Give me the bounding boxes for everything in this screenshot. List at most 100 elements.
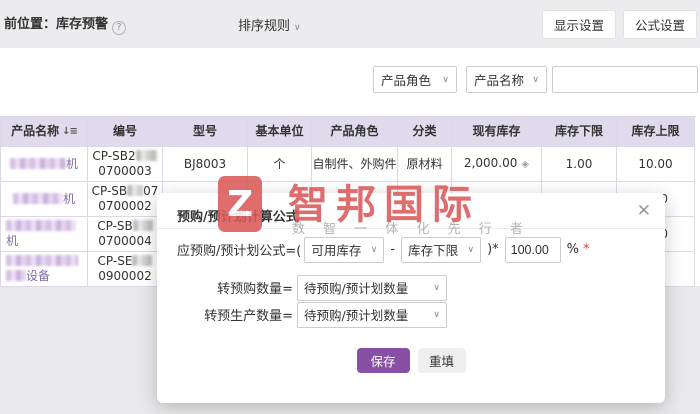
code-prefix: CP-SB2 [92, 149, 136, 163]
dialog-actions: 保存 重填 [157, 348, 665, 373]
redacted-text [127, 185, 144, 196]
chevron-down-icon: ∨ [433, 309, 440, 320]
column-header-label: 库存上限 [631, 124, 680, 138]
chevron-down-icon: ∨ [442, 74, 449, 85]
redacted-text [132, 255, 153, 266]
redacted-text [6, 255, 78, 266]
code-line2: 0700002 [98, 199, 152, 213]
percent-input[interactable] [504, 236, 561, 263]
column-header-label: 分类 [412, 124, 437, 138]
column-header-category[interactable]: 分类 [398, 117, 452, 147]
breadcrumb: 前位置：库存预警? [4, 13, 127, 35]
column-header-upper-limit[interactable]: 库存上限 [617, 117, 695, 147]
code-prefix: CP-SB [91, 184, 128, 198]
to-preproduction-label: 转预生产数量= [204, 309, 293, 324]
dialog-divider [157, 228, 665, 229]
product-role-select[interactable]: 产品角色 ∨ [373, 66, 457, 93]
dialog-title: 预购/预计划计算公式 [177, 210, 299, 225]
column-header-stock[interactable]: 现有库存 [452, 117, 542, 147]
reset-button[interactable]: 重填 [417, 348, 466, 373]
product-name-suffix: 机 [6, 234, 19, 248]
code-line2: 0700004 [98, 234, 152, 248]
code-tail: 07 [143, 184, 159, 198]
table-row: 机 CP-SB2 0700003 BJ8003 个 自制件、外购件 原材料 2,… [0, 147, 696, 182]
product-name-link[interactable]: 设备 [0, 252, 88, 287]
column-header-label: 现有库存 [472, 124, 521, 138]
topbar-actions: 显示设置 公式设置 [541, 10, 697, 39]
code-line2: 0700003 [98, 164, 152, 178]
subtrahend-value: 库存下限 [408, 243, 459, 258]
chevron-down-icon: ∨ [370, 244, 378, 255]
location-value: 库存预警 [56, 17, 109, 32]
help-icon[interactable]: ? [112, 21, 127, 35]
model-cell: BJ8003 [163, 147, 248, 182]
column-header-role[interactable]: 产品角色 [312, 117, 398, 147]
minuend-value: 可用库存 [311, 243, 362, 258]
redacted-text [135, 150, 158, 161]
close-icon[interactable]: ✕ [637, 201, 651, 221]
formula-dialog: 预购/预计划计算公式 ✕ 应预购/预计划公式=( 可用库存 ∨ - 库存下限 ∨… [157, 193, 665, 403]
column-header-label: 编号 [112, 124, 137, 138]
sort-rule-label: 排序规则 [238, 19, 291, 34]
sort-rule-dropdown[interactable]: 排序规则 ∨ [238, 15, 301, 34]
column-header-label: 产品角色 [330, 124, 379, 138]
product-code-cell: CP-SB 07 0700002 [88, 182, 163, 217]
percent-sign: % [566, 242, 579, 257]
to-prepurchase-value: 待预购/预计划数量 [304, 281, 409, 296]
required-asterisk: * [583, 242, 590, 257]
column-header-label: 库存下限 [554, 124, 603, 138]
minuend-select[interactable]: 可用库存 ∨ [304, 236, 385, 263]
formula-row: 应预购/预计划公式=( 可用库存 ∨ - 库存下限 ∨ )* % * [177, 236, 590, 263]
diamond-icon[interactable]: ◈ [521, 159, 529, 170]
chevron-down-icon: ∨ [532, 74, 539, 85]
to-preproduction-row: 转预生产数量= 待预购/预计划数量 ∨ [177, 301, 447, 328]
column-header-label: 产品名称 [11, 124, 60, 138]
formula-settings-button[interactable]: 公式设置 [622, 10, 697, 39]
search-field-select-value: 产品名称 [474, 73, 525, 88]
column-header-unit[interactable]: 基本单位 [248, 117, 312, 147]
formula-label: 应预购/预计划公式=( [177, 244, 302, 259]
product-name-link[interactable]: 机 [0, 182, 88, 217]
product-name-link[interactable]: 机 [0, 147, 88, 182]
stock-cell: 2,000.00 ◈ [452, 147, 542, 182]
save-button[interactable]: 保存 [356, 348, 410, 373]
column-header-model[interactable]: 型号 [163, 117, 248, 147]
search-field-select[interactable]: 产品名称 ∨ [466, 66, 547, 93]
code-prefix: CP-SE [97, 254, 133, 268]
column-header-name[interactable]: 产品名称 ↓≡ [0, 117, 88, 147]
product-name-suffix: 机 [62, 191, 75, 206]
to-preproduction-select[interactable]: 待预购/预计划数量 ∨ [297, 301, 447, 328]
product-name-suffix: 设备 [26, 269, 51, 283]
to-prepurchase-row: 转预购数量= 待预购/预计划数量 ∨ [177, 274, 447, 301]
column-header-lower-limit[interactable]: 库存下限 [542, 117, 617, 147]
top-bar: 前位置：库存预警? 排序规则 ∨ 显示设置 公式设置 [0, 0, 700, 48]
redacted-text [9, 157, 66, 169]
stock-value: 2,000.00 [463, 156, 518, 170]
chevron-down-icon: ∨ [294, 23, 301, 33]
chevron-down-icon: ∨ [467, 244, 475, 255]
redacted-text [6, 220, 76, 231]
chevron-down-icon: ∨ [433, 282, 440, 293]
location-label: 前位置： [4, 17, 57, 32]
subtrahend-select[interactable]: 库存下限 ∨ [401, 236, 482, 263]
filter-bar: 产品角色 ∨ 产品名称 ∨ [0, 66, 700, 94]
product-name-link[interactable]: 机 [0, 217, 88, 252]
minus-operator: - [390, 242, 396, 257]
redacted-text [12, 192, 63, 204]
upper-limit-cell: 10.00 [617, 147, 695, 182]
redacted-text [6, 270, 26, 281]
search-input[interactable] [552, 66, 698, 93]
to-prepurchase-select[interactable]: 待预购/预计划数量 ∨ [297, 274, 447, 301]
sort-icon[interactable]: ↓≡ [62, 124, 78, 139]
product-code-cell: CP-SB 0700004 [88, 217, 163, 252]
column-header-code[interactable]: 编号 [88, 117, 163, 147]
product-code-cell: CP-SB2 0700003 [88, 147, 163, 182]
to-prepurchase-label: 转预购数量= [217, 282, 293, 297]
display-settings-button[interactable]: 显示设置 [541, 10, 616, 39]
category-cell: 原材料 [398, 147, 452, 182]
product-name-suffix: 机 [65, 156, 78, 171]
redacted-text [132, 220, 153, 231]
column-header-label: 型号 [192, 124, 217, 138]
lower-limit-cell: 1.00 [542, 147, 617, 182]
unit-cell: 个 [248, 147, 312, 182]
